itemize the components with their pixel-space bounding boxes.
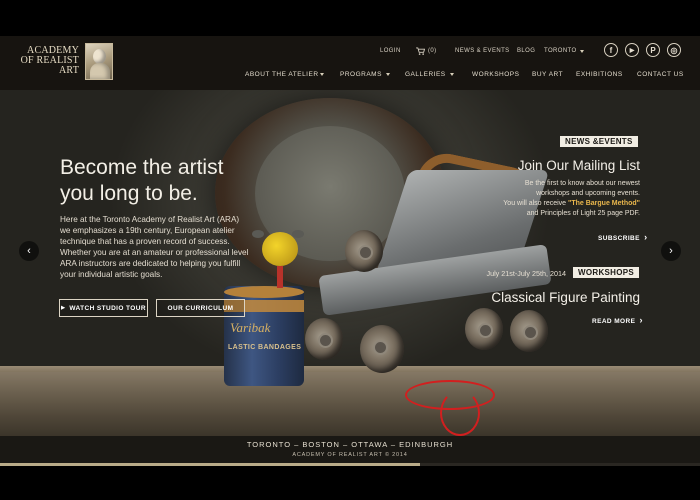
our-curriculum-button[interactable]: OUR CURRICULUM [156,299,245,317]
subscribe-label: SUBSCRIBE [598,235,640,242]
nav-about[interactable]: ABOUT THE ATELIER [245,71,319,78]
headline-line-1: Become the artist [60,156,224,179]
nav-galleries-caret-icon[interactable] [450,73,454,76]
mailing-list-line-4: and Principles of Light 25 page PDF. [526,210,640,217]
nav-programs[interactable]: PROGRAMS [340,71,382,78]
footer-cities: TORONTO – BOSTON – OTTAWA – EDINBURGH [246,440,454,449]
location-caret-icon[interactable] [580,50,584,53]
workshop-date: July 21st-July 25th, 2014 [486,269,566,278]
footer-copyright: ACADEMY OF REALIST ART © 2014 [292,452,408,458]
cart-count[interactable]: (0) [428,48,437,54]
skate-wheel [510,310,548,352]
skate-wheel [360,325,404,373]
nav-exhibitions[interactable]: EXHIBITIONS [576,71,623,78]
bee-toy-image [262,232,298,266]
bee-toy-stick [277,266,283,288]
location-select[interactable]: TORONTO [544,48,577,54]
subscribe-chevron-icon: › [644,232,648,242]
slider-prev-arrow-icon[interactable]: ‹ [19,241,39,261]
hero-headline: Become the artist you long to be. [60,155,260,207]
facebook-icon[interactable]: f [604,43,618,57]
nav-about-caret-icon[interactable] [320,73,324,76]
mailing-list-text: Be the first to know about our newest wo… [470,179,640,219]
skate-wheel [345,230,383,272]
logo-bust-icon [85,43,113,80]
watch-studio-tour-button[interactable]: ▶ WATCH STUDIO TOUR [59,299,148,317]
cart-icon[interactable] [416,47,425,55]
red-lace-tail [440,390,480,436]
workshops-tag: WORKSHOPS [573,267,640,278]
blog-link[interactable]: BLOG [517,48,535,54]
hero-intro-text: Here at the Toronto Academy of Realist A… [60,215,249,279]
instagram-icon[interactable]: ◎ [667,43,681,57]
bee-wing-left [252,230,264,238]
mailing-list-line-3: You will also receive [503,200,569,207]
mailing-list-line-2: workshops and upcoming events. [536,190,640,197]
nav-contact[interactable]: CONTACT US [637,71,684,78]
mailing-list-title: Join Our Mailing List [517,158,640,173]
headline-line-2: you long to be. [60,182,198,205]
play-icon: ▶ [61,305,66,311]
bargue-method-highlight: "The Bargue Method" [568,200,640,207]
nav-programs-caret-icon[interactable] [386,73,390,76]
read-more-label: READ MORE [592,318,636,325]
mailing-list-line-1: Be the first to know about our newest [524,180,640,187]
top-letterbox [0,0,700,36]
site-logo[interactable]: ACADEMY OF REALIST ART [19,43,115,82]
site-footer: TORONTO – BOSTON – OTTAWA – EDINBURGH AC… [0,436,700,466]
read-more-chevron-icon: › [639,315,643,325]
skate-wheel [305,318,343,360]
site-header: ACADEMY OF REALIST ART [0,36,700,90]
our-curriculum-label: OUR CURRICULUM [167,304,234,312]
tin-brand-text: Varibak [230,320,271,335]
nav-buy-art[interactable]: BUY ART [532,71,563,78]
bottom-letterbox [0,466,700,500]
news-events-tag: NEWS &EVENTS [560,136,638,147]
logo-text: ACADEMY OF REALIST ART [19,46,79,76]
slider-next-arrow-icon[interactable]: › [661,241,681,261]
subscribe-link[interactable]: SUBSCRIBE › [598,232,648,242]
skate-wheel [465,308,503,350]
tin-label-text: LASTIC BANDAGES [228,344,302,351]
workshop-title: Classical Figure Painting [491,290,640,305]
youtube-icon[interactable]: ▶ [625,43,639,57]
logo-line-3: ART [59,65,79,76]
nav-workshops[interactable]: WORKSHOPS [472,71,519,78]
news-events-link[interactable]: NEWS & EVENTS [455,48,510,54]
login-link[interactable]: LOGIN [380,48,401,54]
read-more-link[interactable]: READ MORE › [592,315,643,325]
watch-studio-tour-label: WATCH STUDIO TOUR [69,304,146,312]
nav-galleries[interactable]: GALLERIES [405,71,446,78]
pinterest-icon[interactable]: P [646,43,660,57]
